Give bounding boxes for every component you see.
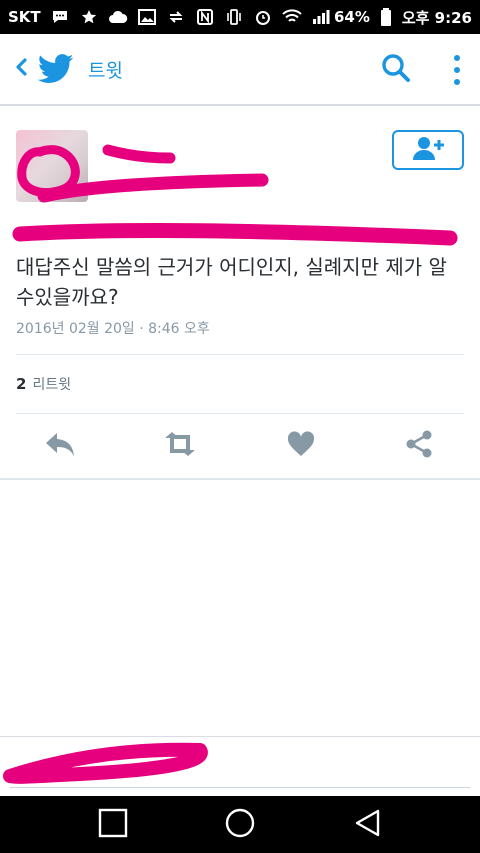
more-options-button[interactable]: [448, 52, 466, 88]
retweet-stats[interactable]: 2 리트윗: [16, 374, 71, 394]
retweet-icon: [162, 431, 198, 461]
back-button[interactable]: [6, 49, 36, 89]
reply-input[interactable]: [10, 755, 470, 773]
divider: [16, 354, 464, 355]
system-back-button[interactable]: [351, 808, 385, 842]
nfc-icon: [195, 7, 215, 27]
more-vert-icon: [448, 55, 466, 92]
add-user-icon: [410, 135, 446, 165]
clock: 오후 9:26: [401, 8, 472, 27]
cloud-icon: [108, 7, 128, 27]
vibrate-icon: [224, 7, 244, 27]
retweet-label: 리트윗: [32, 377, 72, 393]
like-icon: [287, 431, 315, 461]
divider: [0, 478, 480, 480]
tweet-actions: [0, 422, 480, 470]
reply-icon: [44, 431, 76, 461]
back-triangle-icon: [353, 808, 383, 842]
twitter-bird-icon: [37, 53, 74, 85]
status-bar: SKT 64% 오후 9:26: [0, 0, 480, 34]
recents-button[interactable]: [96, 808, 130, 842]
retweet-count: 2: [16, 375, 27, 393]
star-icon: [79, 7, 99, 27]
avatar[interactable]: [16, 130, 88, 202]
wifi-icon: [281, 7, 302, 27]
tweet-text: 대답주신 말씀의 근거가 어디인지, 실례지만 제가 알 수있을까요?: [16, 255, 447, 309]
battery-percent: 64%: [333, 8, 370, 26]
screen: SKT 64% 오후 9:26 트윗 대답주신 말씀의 근거가 어디인지, 실례…: [0, 0, 480, 853]
page-title: 트윗: [88, 59, 123, 82]
search-button[interactable]: [380, 52, 416, 88]
alarm-icon: [253, 7, 273, 27]
follow-button[interactable]: [392, 130, 464, 170]
search-icon: [380, 54, 412, 88]
divider: [16, 413, 464, 414]
home-button[interactable]: [223, 808, 257, 842]
share-icon: [405, 430, 433, 462]
tweet-timestamp: 2016년 02월 20일 · 8:46 오후: [16, 321, 210, 337]
home-circle-icon: [224, 807, 256, 843]
carrier-label: SKT: [8, 8, 41, 26]
image-icon: [137, 7, 157, 27]
navigation-bar: [0, 796, 480, 853]
share-button[interactable]: [401, 430, 437, 462]
chat-icon: [50, 7, 70, 27]
battery-icon: [376, 7, 396, 27]
reply-button[interactable]: [42, 430, 78, 462]
recents-square-icon: [98, 808, 128, 842]
signal-icon: [311, 7, 331, 27]
sync-icon: [166, 7, 186, 27]
retweet-button[interactable]: [162, 430, 198, 462]
app-bar: 트윗: [0, 34, 480, 106]
like-button[interactable]: [283, 430, 319, 462]
back-icon: [14, 57, 28, 81]
reply-bar: [0, 736, 480, 796]
reply-underline: [10, 787, 470, 788]
